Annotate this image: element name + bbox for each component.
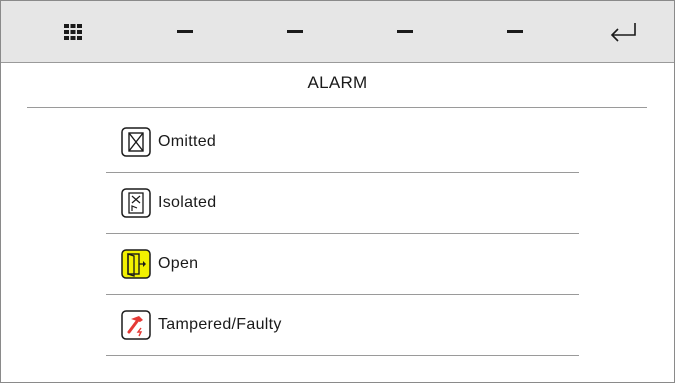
alarm-screen: ALARM Omitted Isolated Open Tampered/Fau… [0,0,675,383]
tampered-hammer-icon [121,310,151,340]
list-item-isolated[interactable]: Isolated [106,173,579,234]
omitted-icon [121,127,151,157]
title-divider [27,107,647,108]
isolated-icon [121,188,151,218]
door-open-icon [121,249,151,279]
dash-icon [397,30,413,33]
list-item-open[interactable]: Open [106,234,579,295]
return-arrow-icon [610,22,636,42]
page-title: ALARM [307,73,368,92]
toolbar-slot-4[interactable] [495,1,535,62]
dash-icon [287,30,303,33]
toolbar-slot-1[interactable] [165,1,205,62]
toolbar-slot-2[interactable] [275,1,315,62]
toolbar-slot-3[interactable] [385,1,425,62]
back-button[interactable] [601,1,645,62]
top-toolbar [1,1,674,63]
list-item-tampered-faulty[interactable]: Tampered/Faulty [106,295,579,356]
list-item-omitted[interactable]: Omitted [106,112,579,173]
list-item-label: Omitted [158,133,217,150]
dash-icon [177,30,193,33]
menu-button[interactable] [53,1,93,62]
grid-menu-icon [64,23,82,40]
list-item-label: Tampered/Faulty [158,316,282,333]
list-item-label: Isolated [158,194,217,211]
list-item-label: Open [158,255,199,272]
dash-icon [507,30,523,33]
